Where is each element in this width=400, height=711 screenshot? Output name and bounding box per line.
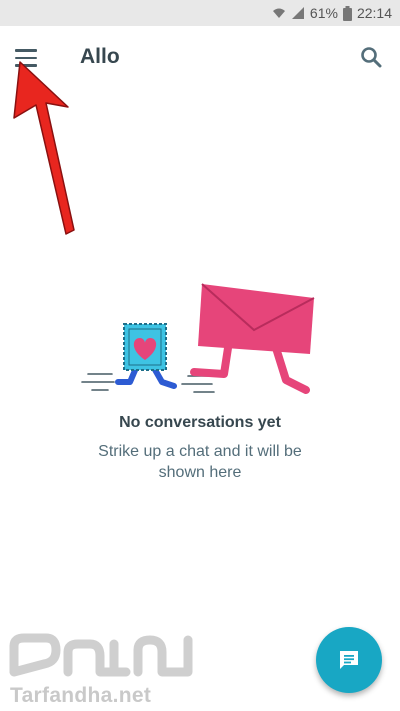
chat-message-icon bbox=[340, 651, 358, 669]
status-bar: 61% 22:14 bbox=[0, 0, 400, 26]
wifi-icon bbox=[272, 6, 286, 20]
app-title: Allo bbox=[80, 45, 120, 68]
running-stamp-and-envelope-illustration bbox=[81, 283, 315, 394]
battery-percent: 61% bbox=[309, 5, 338, 21]
watermark-text: Tarfandha.net bbox=[10, 684, 152, 707]
new-chat-button[interactable] bbox=[316, 627, 382, 693]
empty-state-title: No conversations yet bbox=[119, 414, 281, 431]
clock: 22:14 bbox=[356, 5, 392, 21]
empty-state-subtitle: Strike up a chat and it will be shown he… bbox=[98, 443, 302, 481]
signal-icon bbox=[291, 6, 305, 20]
red-arrow-pointer bbox=[13, 61, 75, 235]
watermark: Tarfandha.net bbox=[6, 628, 196, 708]
watermark-logo bbox=[9, 633, 193, 677]
battery-icon bbox=[342, 5, 352, 21]
search-icon[interactable] bbox=[358, 44, 386, 72]
